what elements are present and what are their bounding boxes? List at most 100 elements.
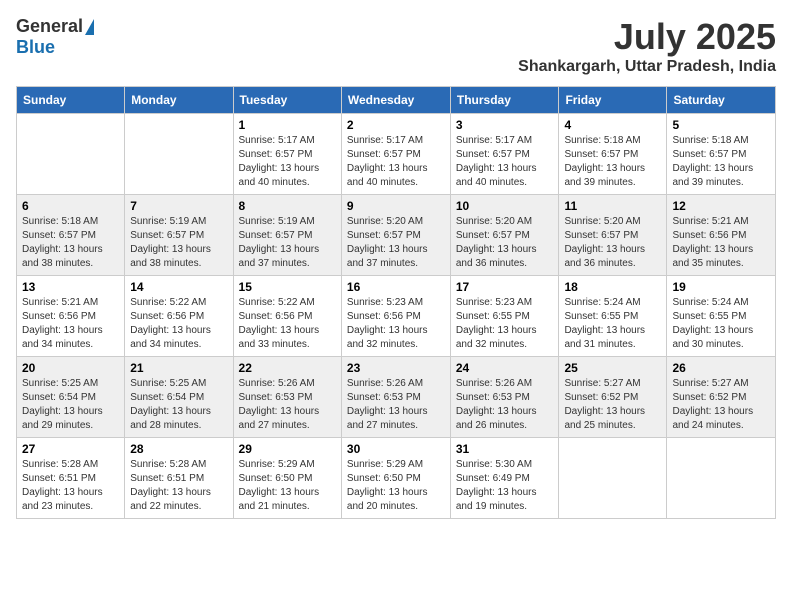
day-detail: Sunrise: 5:29 AMSunset: 6:50 PMDaylight:… [347,458,445,514]
calendar-cell: 14 Sunrise: 5:22 AMSunset: 6:56 PMDayligh… [125,276,233,357]
day-number: 5 [672,118,770,132]
calendar-cell: 2 Sunrise: 5:17 AMSunset: 6:57 PMDaylight… [341,114,450,195]
calendar-cell: 18 Sunrise: 5:24 AMSunset: 6:55 PMDayligh… [559,276,667,357]
weekday-header: Tuesday [233,87,341,114]
day-number: 24 [456,361,554,375]
day-detail: Sunrise: 5:17 AMSunset: 6:57 PMDaylight:… [239,134,336,190]
calendar-cell: 20 Sunrise: 5:25 AMSunset: 6:54 PMDayligh… [17,357,125,438]
day-detail: Sunrise: 5:21 AMSunset: 6:56 PMDaylight:… [672,215,770,271]
calendar-cell: 8 Sunrise: 5:19 AMSunset: 6:57 PMDaylight… [233,195,341,276]
calendar-cell: 6Sunrise: 5:18 AMSunset: 6:57 PMDaylight… [17,195,125,276]
calendar-cell: 17Sunrise: 5:23 AMSunset: 6:55 PMDayligh… [450,276,559,357]
day-detail: Sunrise: 5:17 AMSunset: 6:57 PMDaylight:… [456,134,554,190]
day-detail: Sunrise: 5:22 AMSunset: 6:56 PMDaylight:… [239,296,336,352]
location: Shankargarh, Uttar Pradesh, India [518,58,776,76]
calendar-cell: 30 Sunrise: 5:29 AMSunset: 6:50 PMDayligh… [341,438,450,519]
calendar-cell: 26 Sunrise: 5:27 AMSunset: 6:52 PMDayligh… [667,357,776,438]
day-detail: Sunrise: 5:27 AMSunset: 6:52 PMDaylight:… [672,377,770,433]
day-detail: Sunrise: 5:25 AMSunset: 6:54 PMDaylight:… [22,377,119,433]
day-detail: Sunrise: 5:30 AMSunset: 6:49 PMDaylight:… [456,458,554,514]
day-detail: Sunrise: 5:23 AMSunset: 6:55 PMDaylight:… [456,296,554,352]
day-number: 15 [239,280,336,294]
calendar-table: SundayMondayTuesdayWednesdayThursdayFrid… [16,86,776,519]
calendar-cell: 31Sunrise: 5:30 AMSunset: 6:49 PMDayligh… [450,438,559,519]
day-number: 6 [22,199,119,213]
day-detail: Sunrise: 5:24 AMSunset: 6:55 PMDaylight:… [564,296,661,352]
day-number: 8 [239,199,336,213]
day-number: 25 [564,361,661,375]
calendar-cell: 9 Sunrise: 5:20 AMSunset: 6:57 PMDaylight… [341,195,450,276]
calendar-cell: 5 Sunrise: 5:18 AMSunset: 6:57 PMDaylight… [667,114,776,195]
day-detail: Sunrise: 5:22 AMSunset: 6:56 PMDaylight:… [130,296,227,352]
day-number: 14 [130,280,227,294]
day-number: 30 [347,442,445,456]
calendar-cell: 12 Sunrise: 5:21 AMSunset: 6:56 PMDayligh… [667,195,776,276]
calendar-cell: 10 Sunrise: 5:20 AMSunset: 6:57 PMDayligh… [450,195,559,276]
calendar-cell: 25 Sunrise: 5:27 AMSunset: 6:52 PMDayligh… [559,357,667,438]
day-number: 28 [130,442,227,456]
day-detail: Sunrise: 5:26 AMSunset: 6:53 PMDaylight:… [456,377,554,433]
calendar-week-row: 20 Sunrise: 5:25 AMSunset: 6:54 PMDayligh… [17,357,776,438]
day-number: 23 [347,361,445,375]
day-detail: Sunrise: 5:21 AMSunset: 6:56 PMDaylight:… [22,296,119,352]
calendar-cell [667,438,776,519]
calendar-cell: 11 Sunrise: 5:20 AMSunset: 6:57 PMDayligh… [559,195,667,276]
day-detail: Sunrise: 5:27 AMSunset: 6:52 PMDaylight:… [564,377,661,433]
day-number: 16 [347,280,445,294]
day-number: 9 [347,199,445,213]
calendar-cell: 13 Sunrise: 5:21 AMSunset: 6:56 PMDayligh… [17,276,125,357]
day-number: 18 [564,280,661,294]
calendar-cell: 19Sunrise: 5:24 AMSunset: 6:55 PMDayligh… [667,276,776,357]
calendar-week-row: 1 Sunrise: 5:17 AMSunset: 6:57 PMDaylight… [17,114,776,195]
day-number: 20 [22,361,119,375]
weekday-header: Monday [125,87,233,114]
day-number: 26 [672,361,770,375]
day-number: 19 [672,280,770,294]
day-detail: Sunrise: 5:17 AMSunset: 6:57 PMDaylight:… [347,134,445,190]
calendar-cell: 22Sunrise: 5:26 AMSunset: 6:53 PMDayligh… [233,357,341,438]
day-number: 27 [22,442,119,456]
weekday-header: Wednesday [341,87,450,114]
day-number: 1 [239,118,336,132]
logo-general-text: General [16,16,83,37]
calendar-cell: 15 Sunrise: 5:22 AMSunset: 6:56 PMDayligh… [233,276,341,357]
day-detail: Sunrise: 5:20 AMSunset: 6:57 PMDaylight:… [456,215,554,271]
calendar-cell: 29Sunrise: 5:29 AMSunset: 6:50 PMDayligh… [233,438,341,519]
day-number: 21 [130,361,227,375]
day-detail: Sunrise: 5:18 AMSunset: 6:57 PMDaylight:… [672,134,770,190]
day-number: 10 [456,199,554,213]
calendar-cell: 4Sunrise: 5:18 AMSunset: 6:57 PMDaylight… [559,114,667,195]
day-detail: Sunrise: 5:26 AMSunset: 6:53 PMDaylight:… [347,377,445,433]
day-detail: Sunrise: 5:20 AMSunset: 6:57 PMDaylight:… [564,215,661,271]
calendar-cell: 24 Sunrise: 5:26 AMSunset: 6:53 PMDayligh… [450,357,559,438]
logo-blue-text: Blue [16,37,55,57]
day-number: 11 [564,199,661,213]
month-year: July 2025 [518,16,776,58]
day-number: 2 [347,118,445,132]
calendar-cell: 27 Sunrise: 5:28 AMSunset: 6:51 PMDayligh… [17,438,125,519]
day-detail: Sunrise: 5:29 AMSunset: 6:50 PMDaylight:… [239,458,336,514]
calendar-week-row: 13 Sunrise: 5:21 AMSunset: 6:56 PMDayligh… [17,276,776,357]
day-detail: Sunrise: 5:20 AMSunset: 6:57 PMDaylight:… [347,215,445,271]
logo: General Blue [16,16,94,58]
calendar-week-row: 27 Sunrise: 5:28 AMSunset: 6:51 PMDayligh… [17,438,776,519]
calendar-cell [125,114,233,195]
calendar-cell: 16Sunrise: 5:23 AMSunset: 6:56 PMDayligh… [341,276,450,357]
day-number: 22 [239,361,336,375]
weekday-header: Sunday [17,87,125,114]
weekday-header-row: SundayMondayTuesdayWednesdayThursdayFrid… [17,87,776,114]
day-number: 12 [672,199,770,213]
day-number: 13 [22,280,119,294]
title-area: July 2025 Shankargarh, Uttar Pradesh, In… [518,16,776,76]
day-detail: Sunrise: 5:19 AMSunset: 6:57 PMDaylight:… [239,215,336,271]
day-number: 4 [564,118,661,132]
weekday-header: Thursday [450,87,559,114]
calendar-week-row: 6Sunrise: 5:18 AMSunset: 6:57 PMDaylight… [17,195,776,276]
day-number: 3 [456,118,554,132]
calendar-cell [559,438,667,519]
day-detail: Sunrise: 5:28 AMSunset: 6:51 PMDaylight:… [22,458,119,514]
calendar-cell: 1 Sunrise: 5:17 AMSunset: 6:57 PMDaylight… [233,114,341,195]
weekday-header: Friday [559,87,667,114]
calendar-cell: 23 Sunrise: 5:26 AMSunset: 6:53 PMDayligh… [341,357,450,438]
header: General Blue July 2025 Shankargarh, Utta… [16,16,776,76]
